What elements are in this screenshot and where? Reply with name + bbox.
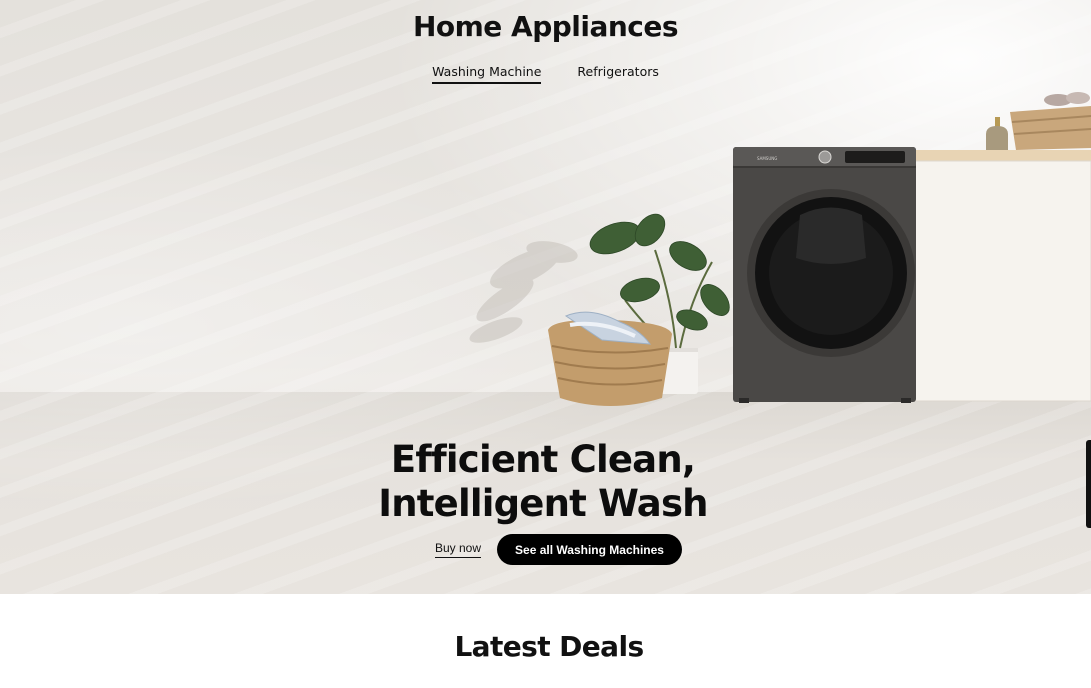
buy-now-link[interactable]: Buy now [435, 541, 482, 558]
tab-refrigerators[interactable]: Refrigerators [577, 64, 658, 84]
cta-row: Buy now See all Washing Machines [435, 534, 682, 565]
side-feedback-tab[interactable] [1086, 440, 1091, 528]
see-all-washing-machines-button[interactable]: See all Washing Machines [497, 534, 682, 565]
hero-heading: Home Appliances [412, 10, 679, 43]
washing-machine: SAMSUNG [733, 147, 916, 403]
tab-washing-machine[interactable]: Washing Machine [432, 64, 542, 84]
wicker-basket [548, 311, 672, 406]
counter-bottle [986, 117, 1008, 150]
hero-banner: SAMSUNG Home Appliances Washing Machine … [0, 0, 1091, 594]
page: SAMSUNG Home Appliances Washing Machine … [0, 0, 1091, 688]
counter-basket [1010, 92, 1091, 150]
hero-headline: Efficient Clean, Intelligent Wash [0, 438, 1086, 526]
washer-brand-text: SAMSUNG [757, 156, 777, 161]
category-tabs: Washing Machine Refrigerators [0, 64, 1091, 84]
counter-cabinet [909, 150, 1091, 402]
latest-deals-title: Latest Deals [454, 630, 644, 663]
hero-headline-line1: Efficient Clean, [390, 438, 696, 481]
hero-headline-line2: Intelligent Wash [378, 482, 708, 525]
